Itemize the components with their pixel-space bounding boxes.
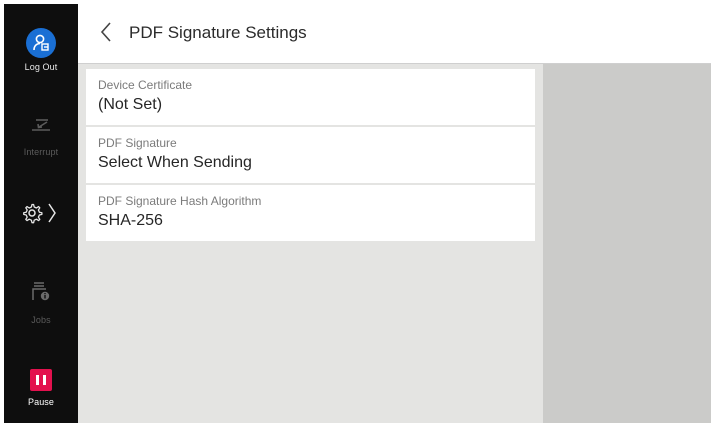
setting-value: SHA-256 xyxy=(98,212,163,229)
setting-value: Select When Sending xyxy=(98,154,252,171)
setting-label: PDF Signature Hash Algorithm xyxy=(98,194,262,208)
logout-button[interactable]: Log Out xyxy=(4,28,78,98)
user-logout-icon xyxy=(26,28,56,58)
right-panel xyxy=(543,64,711,423)
sidebar: Log Out Interrupt Jobs Pause xyxy=(4,4,78,423)
logout-label: Log Out xyxy=(24,62,58,72)
setting-value: (Not Set) xyxy=(98,96,163,113)
gear-icon xyxy=(23,203,43,224)
chevron-left-icon xyxy=(100,22,111,42)
jobs-icon xyxy=(4,280,78,307)
setting-device-certificate[interactable]: Device Certificate (Not Set) xyxy=(86,69,535,125)
page-title: PDF Signature Settings xyxy=(129,23,307,42)
jobs-button[interactable]: Jobs xyxy=(4,280,78,340)
settings-list: Device Certificate (Not Set) PDF Signatu… xyxy=(78,64,543,423)
interrupt-label: Interrupt xyxy=(23,147,59,157)
jobs-label: Jobs xyxy=(31,315,51,325)
chevron-right-icon xyxy=(48,203,56,223)
header: PDF Signature Settings xyxy=(78,4,711,64)
pause-label: Pause xyxy=(27,397,55,407)
interrupt-icon xyxy=(4,116,78,139)
pause-button[interactable]: Pause xyxy=(4,369,78,423)
setting-pdf-signature[interactable]: PDF Signature Select When Sending xyxy=(86,127,535,183)
back-button[interactable] xyxy=(94,18,118,46)
device-screen: Log Out Interrupt Jobs Pause PDF Signatu… xyxy=(4,4,711,423)
pause-icon xyxy=(30,369,52,391)
setting-label: Device Certificate xyxy=(98,78,193,92)
settings-menu-button[interactable] xyxy=(4,200,78,240)
setting-label: PDF Signature xyxy=(98,136,177,150)
setting-hash-algorithm[interactable]: PDF Signature Hash Algorithm SHA-256 xyxy=(86,185,535,241)
interrupt-button[interactable]: Interrupt xyxy=(4,116,78,176)
